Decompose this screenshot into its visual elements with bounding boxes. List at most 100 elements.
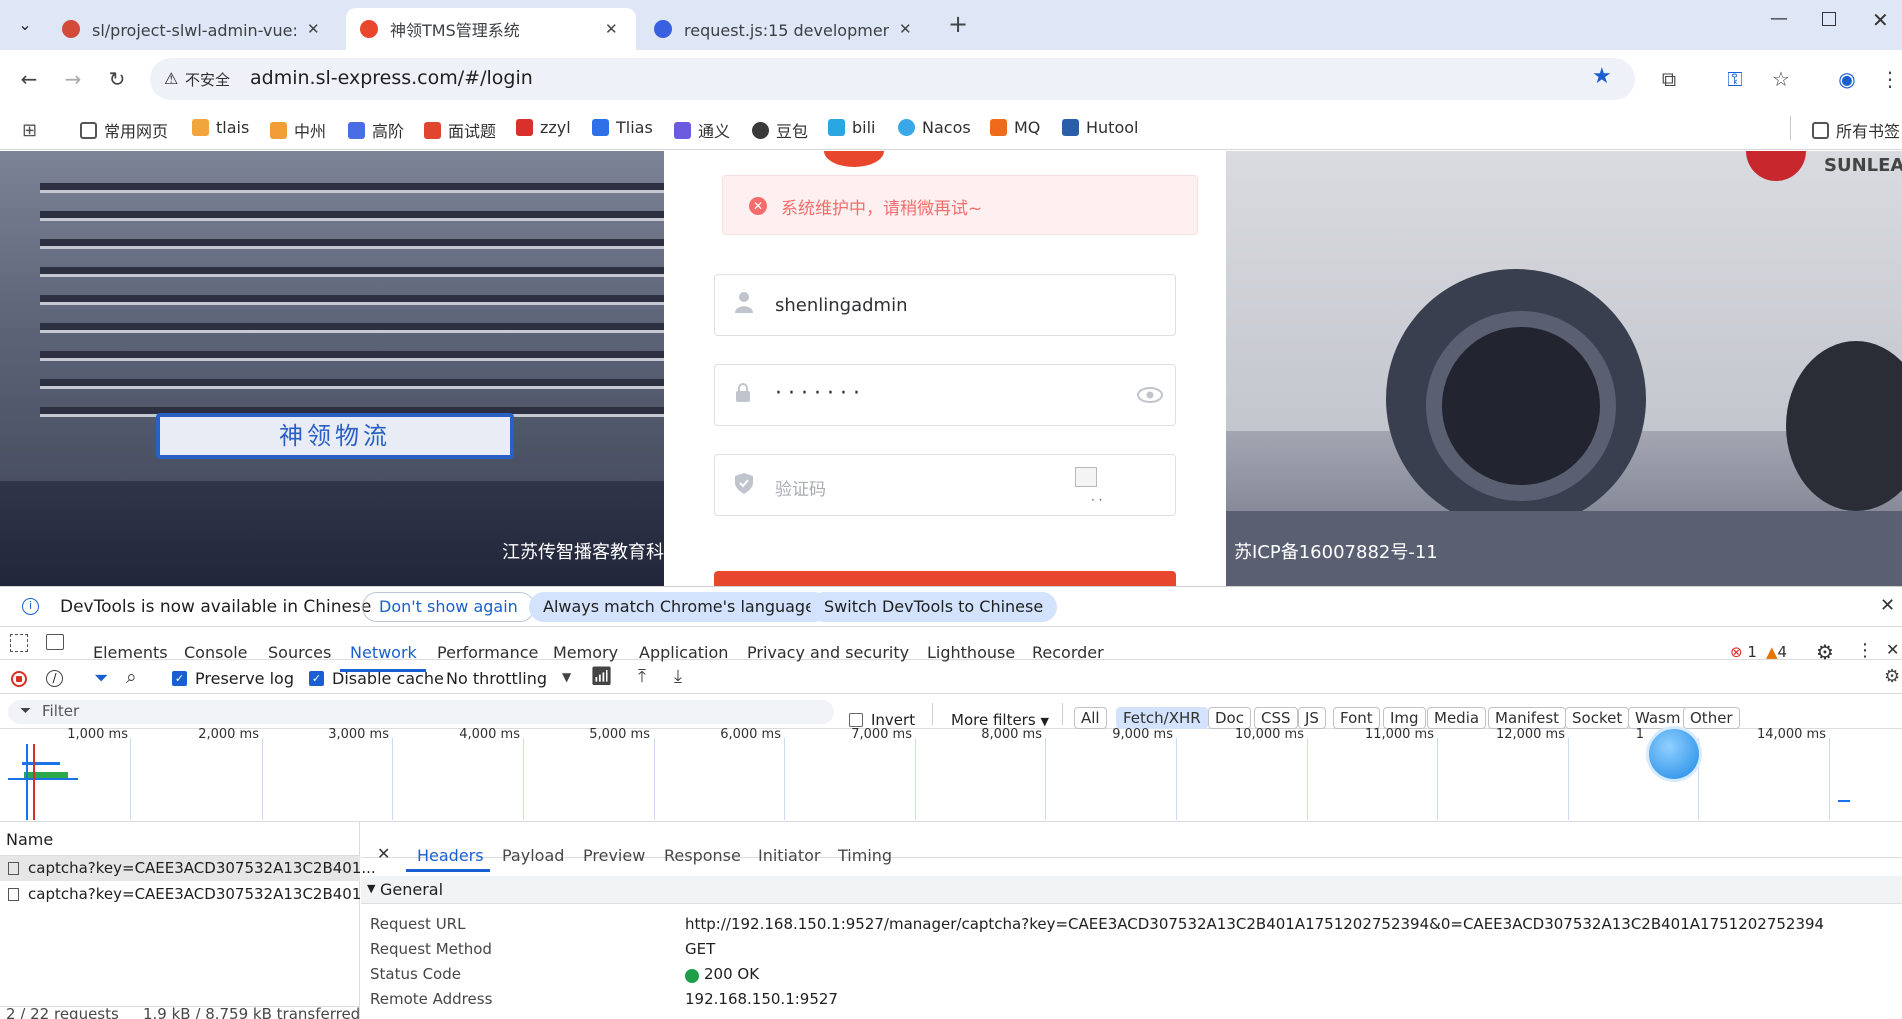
password-value[interactable]: ······· [775, 381, 866, 406]
tab-timing[interactable]: Timing [838, 846, 892, 865]
tab-network[interactable]: Network [350, 643, 417, 662]
export-har-icon[interactable]: ⤓ [674, 666, 682, 687]
tab-elements[interactable]: Elements [93, 643, 168, 662]
captcha-input[interactable]: 验证码 [775, 475, 826, 500]
devtools-menu-icon[interactable]: ⋮ [1856, 640, 1874, 661]
bookmark-tlais[interactable]: tlais [192, 118, 249, 137]
inspect-element-icon[interactable] [10, 634, 28, 652]
name-column-header[interactable]: Name [0, 822, 360, 856]
bookmark-hutool[interactable]: Hutool [1062, 118, 1138, 137]
address-bar[interactable]: ⚠ 不安全 admin.sl-express.com/#/login ★ [150, 58, 1635, 100]
filter-funnel-icon[interactable]: ⏷ [94, 668, 108, 689]
profile-avatar-icon[interactable]: ◉ [1832, 64, 1862, 94]
password-field[interactable]: ······· [714, 364, 1176, 426]
settings-gear-icon[interactable]: ⚙ [1816, 640, 1834, 664]
bookmark-doubao[interactable]: 豆包 [752, 118, 808, 142]
restore-icon[interactable] [1822, 12, 1836, 26]
disable-cache-checkbox[interactable]: ✓ [309, 671, 324, 686]
search-icon[interactable]: ⌕ [126, 666, 137, 688]
clear-log-icon[interactable]: / [46, 670, 63, 687]
extensions-icon[interactable]: ⧉ [1654, 64, 1684, 94]
favorites-icon[interactable]: ☆ [1766, 64, 1796, 94]
disable-cache-label[interactable]: Disable cache [332, 669, 444, 688]
username-value[interactable]: shenlingadmin [775, 295, 908, 316]
filter-media[interactable]: Media [1427, 707, 1487, 729]
not-secure-warning-icon[interactable]: ⚠ [164, 69, 178, 88]
new-tab-plus-icon[interactable]: + [948, 10, 968, 38]
tab-response[interactable]: Response [664, 846, 741, 865]
filter-manifest[interactable]: Manifest [1488, 707, 1567, 729]
tab-sources[interactable]: Sources [268, 643, 331, 662]
tab-performance[interactable]: Performance [437, 643, 538, 662]
forward-arrow-icon[interactable]: → [58, 64, 88, 94]
tab-memory[interactable]: Memory [553, 643, 618, 662]
request-row[interactable]: captcha?key=CAEE3ACD307532A13C2B401... [0, 882, 376, 907]
tab-headers[interactable]: Headers [417, 846, 484, 865]
tab-recorder[interactable]: Recorder [1032, 643, 1104, 662]
not-secure-label[interactable]: 不安全 [185, 69, 230, 90]
back-arrow-icon[interactable]: ← [14, 64, 44, 94]
infobar-close-icon[interactable]: ✕ [1880, 595, 1895, 616]
network-settings-icon[interactable]: ⚙ [1884, 666, 1900, 687]
tab-search-button[interactable]: ⌄ [12, 12, 38, 38]
filter-css[interactable]: CSS [1254, 707, 1298, 729]
tab-payload[interactable]: Payload [502, 846, 564, 865]
bookmark-tlias[interactable]: Tlias [592, 118, 653, 137]
warning-count-badge[interactable]: ▲4 [1766, 643, 1787, 661]
filter-socket[interactable]: Socket [1565, 707, 1630, 729]
url-text[interactable]: admin.sl-express.com/#/login [250, 67, 533, 89]
bookmark-gaojie[interactable]: 高阶 [348, 118, 404, 142]
filter-doc[interactable]: Doc [1208, 707, 1251, 729]
request-name[interactable]: captcha?key=CAEE3ACD307532A13C2B401... [28, 885, 376, 903]
minimize-icon[interactable]: — [1770, 8, 1788, 29]
floating-assistant-ball-icon[interactable] [1646, 726, 1702, 782]
import-har-icon[interactable]: ⤒ [638, 666, 646, 687]
dont-show-again-button[interactable]: Don't show again [362, 592, 535, 622]
apps-grid-icon[interactable]: ⊞ [22, 120, 37, 141]
preserve-log-checkbox[interactable]: ✓ [172, 671, 187, 686]
close-details-icon[interactable]: ✕ [377, 844, 390, 863]
tab-privacy-security[interactable]: Privacy and security [747, 643, 909, 662]
invert-checkbox[interactable] [849, 713, 863, 727]
password-key-icon[interactable]: ⚿ [1720, 64, 1750, 94]
stop-recording-icon[interactable] [11, 671, 27, 687]
browser-tab-3[interactable]: request.js:15 development 环 ✕ [640, 8, 932, 50]
device-toolbar-icon[interactable] [46, 634, 64, 650]
tab-close-icon[interactable]: ✕ [605, 20, 618, 38]
tab-initiator[interactable]: Initiator [758, 846, 820, 865]
captcha-field[interactable]: 验证码 · · [714, 454, 1176, 516]
bookmark-mq[interactable]: MQ [990, 118, 1040, 137]
login-button[interactable] [714, 571, 1176, 586]
tab-console[interactable]: Console [184, 643, 248, 662]
timeline-overview[interactable] [0, 730, 1902, 822]
filter-js[interactable]: JS [1298, 707, 1326, 729]
filter-font[interactable]: Font [1333, 707, 1380, 729]
browser-tab-1[interactable]: sl/project-slwl-admin-vue: 后 ✕ [48, 8, 340, 50]
filter-img[interactable]: Img [1383, 707, 1426, 729]
filter-other[interactable]: Other [1683, 707, 1740, 729]
username-field[interactable]: shenlingadmin [714, 274, 1176, 336]
tab-close-icon[interactable]: ✕ [307, 20, 320, 38]
tab-lighthouse[interactable]: Lighthouse [927, 643, 1015, 662]
filter-fetch-xhr[interactable]: Fetch/XHR [1116, 707, 1208, 729]
tab-close-icon[interactable]: ✕ [899, 20, 912, 38]
bookmark-zhongzhou[interactable]: 中州 [270, 118, 326, 142]
preserve-log-label[interactable]: Preserve log [195, 669, 294, 688]
tab-application[interactable]: Application [639, 643, 728, 662]
devtools-close-icon[interactable]: ✕ [1886, 640, 1899, 659]
show-password-eye-icon[interactable] [1137, 387, 1163, 407]
bookmark-tongyi[interactable]: 通义 [674, 118, 730, 142]
captcha-image-broken-icon[interactable] [1075, 467, 1097, 487]
bookmark-bili[interactable]: bili [828, 118, 876, 137]
throttling-select[interactable]: No throttling [446, 669, 547, 688]
switch-devtools-chinese-button[interactable]: Switch DevTools to Chinese [810, 592, 1058, 622]
tab-preview[interactable]: Preview [583, 846, 645, 865]
reload-icon[interactable]: ↻ [102, 64, 132, 94]
request-row[interactable]: captcha?key=CAEE3ACD307532A13C2B401... [0, 856, 376, 881]
request-name[interactable]: captcha?key=CAEE3ACD307532A13C2B401... [28, 859, 376, 877]
always-match-language-button[interactable]: Always match Chrome's language [529, 592, 829, 622]
browser-tab-2-active[interactable]: 神领TMS管理系统 ✕ [346, 8, 636, 50]
filter-all[interactable]: All [1074, 707, 1107, 729]
bookmark-star-icon[interactable]: ★ [1592, 64, 1612, 89]
network-conditions-icon[interactable]: 📶︎ [590, 666, 613, 687]
